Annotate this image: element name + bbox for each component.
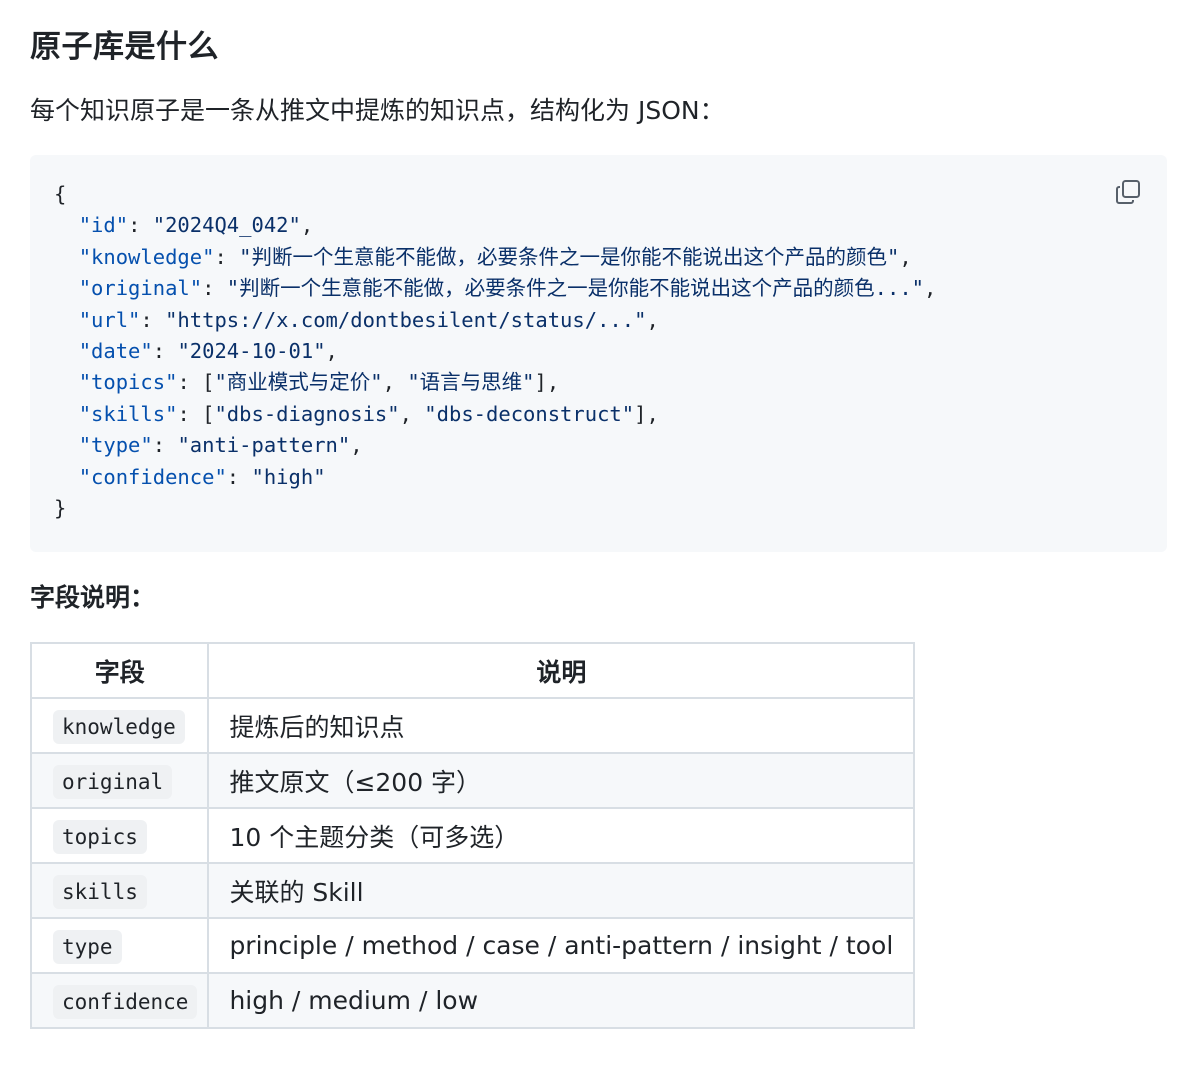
intro-paragraph: 每个知识原子是一条从推文中提炼的知识点，结构化为 JSON： — [30, 96, 725, 125]
json-key: "knowledge" — [78, 244, 215, 269]
field-code: confidence — [53, 985, 198, 1019]
json-key: "skills" — [78, 401, 178, 426]
json-key: "url" — [78, 307, 141, 332]
header-field: 字段 — [29, 642, 210, 699]
table-row: original 推文原文（≤200 字） — [29, 752, 916, 809]
table-header-row: 字段 说明 — [29, 642, 916, 699]
code-line: "skills": ["dbs-diagnosis", "dbs-deconst… — [54, 402, 659, 426]
table-row: knowledge 提炼后的知识点 — [29, 697, 916, 754]
json-value: "2024Q4_042" — [152, 213, 301, 238]
code-open-brace: { — [54, 182, 67, 206]
code-line: "knowledge": "判断一个生意能不能做，必要条件之一是你能不能说出这个… — [54, 245, 912, 269]
json-key: "topics" — [78, 370, 178, 395]
json-value: "2024-10-01" — [177, 339, 326, 364]
json-line-end: , — [924, 276, 937, 301]
json-value: "判断一个生意能不能做，必要条件之一是你能不能说出这个产品的颜色" — [239, 244, 900, 269]
json-separator: , — [399, 401, 425, 426]
code-line: "url": "https://x.com/dontbesilent/statu… — [54, 308, 659, 332]
json-code-block: { "id": "2024Q4_042", "knowledge": "判断一个… — [30, 155, 1167, 552]
json-line-end: , — [899, 244, 912, 269]
code-line: "original": "判断一个生意能不能做，必要条件之一是你能不能说出这个产… — [54, 276, 937, 301]
json-value: "anti-pattern" — [177, 433, 351, 458]
json-key: "type" — [78, 433, 153, 458]
code-content: { "id": "2024Q4_042", "knowledge": "判断一个… — [54, 179, 936, 524]
description-cell: 推文原文（≤200 字） — [207, 752, 916, 809]
field-code: topics — [53, 820, 147, 854]
header-description: 说明 — [207, 642, 916, 699]
copy-icon — [1116, 180, 1140, 204]
json-separator: : [ — [177, 370, 215, 395]
json-key: "original" — [78, 276, 203, 301]
json-value: "https://x.com/dontbesilent/status/..." — [165, 307, 647, 332]
json-value: "商业模式与定价" — [214, 370, 383, 395]
code-close-brace: } — [54, 496, 67, 521]
json-value: "语言与思维" — [407, 370, 535, 395]
code-line: "date": "2024-10-01", — [54, 339, 338, 363]
json-separator: : — [214, 244, 240, 269]
code-line: "id": "2024Q4_042", — [54, 213, 314, 238]
json-separator: : — [128, 213, 153, 238]
field-code: skills — [53, 875, 147, 909]
json-key: "id" — [78, 213, 129, 238]
description-cell: 关联的 Skill — [207, 862, 916, 919]
field-cell: skills — [29, 862, 210, 919]
field-cell: knowledge — [29, 697, 210, 754]
code-line: "confidence": "high" — [54, 465, 326, 489]
field-cell: topics — [29, 807, 210, 864]
json-value: "high" — [251, 464, 326, 489]
section-heading: 原子库是什么 — [30, 29, 219, 65]
copy-button[interactable] — [1113, 177, 1143, 207]
field-cell: confidence — [29, 972, 210, 1029]
fields-table: 字段 说明 knowledge 提炼后的知识点 original 推文原文（≤2… — [29, 642, 916, 1029]
field-code: original — [53, 765, 173, 799]
json-separator: : [ — [177, 401, 215, 426]
code-line: "topics": ["商业模式与定价", "语言与思维"], — [54, 370, 560, 395]
json-line-end: , — [325, 339, 338, 364]
json-separator: : — [140, 307, 166, 332]
json-key: "confidence" — [78, 464, 227, 489]
table-row: topics 10 个主题分类（可多选） — [29, 807, 916, 864]
field-cell: type — [29, 917, 210, 974]
json-line-end: , — [350, 433, 363, 458]
json-value: "判断一个生意能不能做，必要条件之一是你能不能说出这个产品的颜色..." — [226, 276, 925, 301]
json-value: "dbs-deconstruct" — [424, 401, 635, 426]
table-row: skills 关联的 Skill — [29, 862, 916, 919]
json-value: "dbs-diagnosis" — [214, 401, 400, 426]
description-cell: 提炼后的知识点 — [207, 697, 916, 754]
json-line-end: , — [300, 213, 314, 238]
json-separator: : — [152, 433, 178, 458]
field-cell: original — [29, 752, 210, 809]
json-line-end: ], — [534, 370, 560, 395]
description-cell: principle / method / case / anti-pattern… — [207, 917, 916, 974]
table-row: confidence high / medium / low — [29, 972, 916, 1029]
fields-heading: 字段说明： — [30, 583, 156, 612]
description-cell: high / medium / low — [207, 972, 916, 1029]
json-line-end: ], — [634, 401, 659, 426]
json-separator: : — [226, 464, 252, 489]
json-separator: : — [152, 339, 178, 364]
json-separator: : — [202, 276, 227, 301]
field-code: knowledge — [53, 710, 185, 744]
json-separator: , — [382, 370, 408, 395]
code-line: "type": "anti-pattern", — [54, 433, 363, 457]
json-key: "date" — [78, 339, 153, 364]
json-line-end: , — [646, 307, 659, 332]
field-code: type — [53, 930, 122, 964]
table-row: type principle / method / case / anti-pa… — [29, 917, 916, 974]
description-cell: 10 个主题分类（可多选） — [207, 807, 916, 864]
